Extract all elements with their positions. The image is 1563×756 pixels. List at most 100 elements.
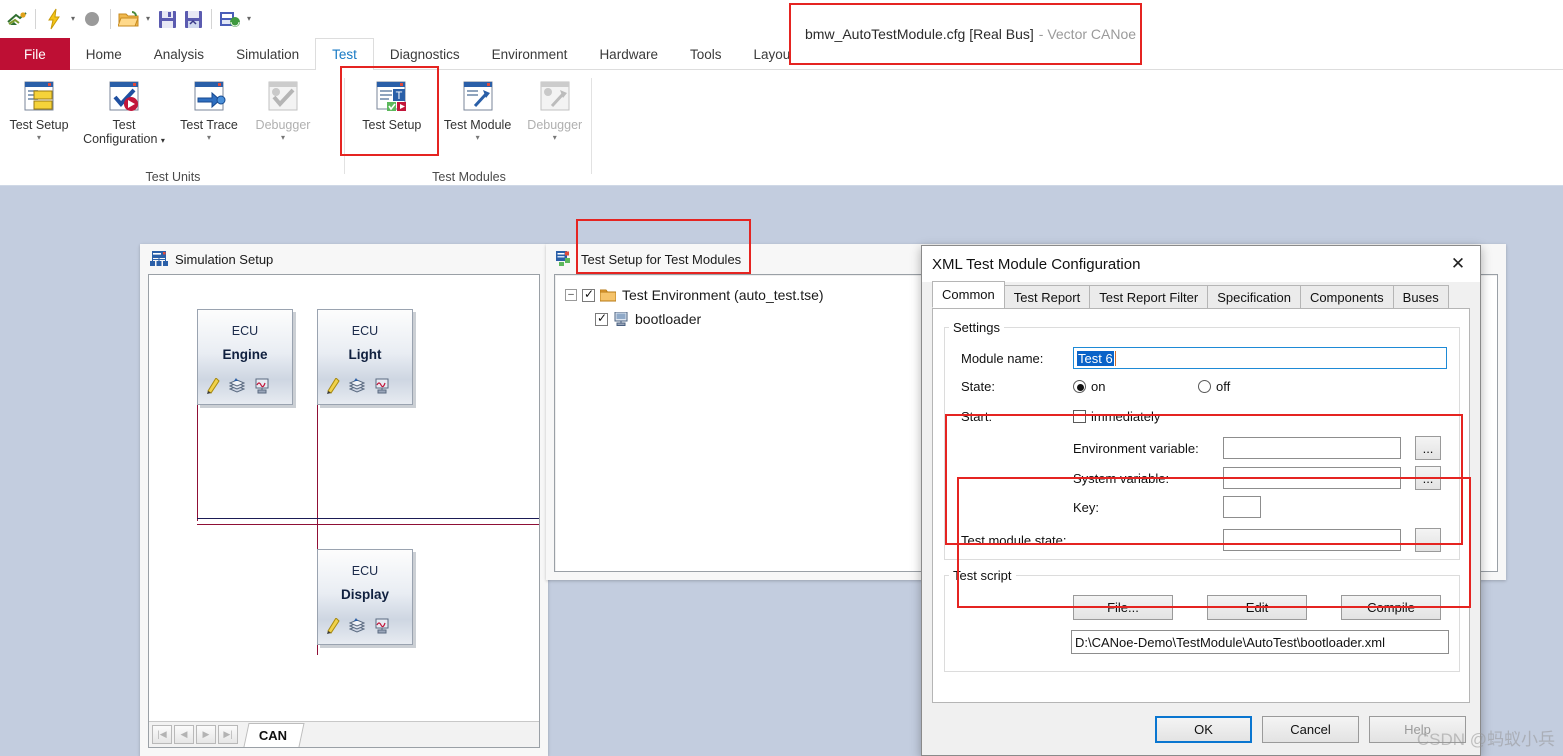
ribbon-button-label: Debugger [255, 118, 311, 132]
chevron-down-icon[interactable]: ▾ [37, 133, 41, 142]
edit-button[interactable]: Edit [1207, 595, 1307, 620]
module-name-value: Test 6 [1077, 350, 1114, 366]
chevron-down-icon[interactable]: ▾ [476, 133, 480, 142]
save-all-icon[interactable] [217, 6, 243, 32]
simulation-canvas[interactable]: ECU Engine ECU Light ECU Display |◀ ◀ ▶ … [149, 275, 539, 747]
save-icon[interactable] [154, 6, 180, 32]
ecu-node-light[interactable]: ECU Light [317, 309, 413, 405]
dialog-tab-test-report[interactable]: Test Report [1003, 285, 1091, 308]
nav-previous-button[interactable]: ◀ [174, 725, 194, 744]
ok-button[interactable]: OK [1155, 715, 1252, 743]
dialog-tab-specification[interactable]: Specification [1207, 285, 1301, 308]
canoe-logo-icon[interactable] [4, 6, 30, 32]
ribbon-tab-tools[interactable]: Tools [674, 38, 738, 70]
ribbon-button-test-trace[interactable]: Test Trace ▾ [172, 70, 246, 162]
quick-access-toolbar: ▾ ▾ ▾ [0, 0, 1563, 38]
key-input[interactable] [1223, 496, 1261, 518]
tree-node-checkbox[interactable] [595, 311, 608, 326]
svg-text:T: T [395, 90, 402, 102]
immediately-checkbox[interactable]: immediately [1073, 409, 1160, 424]
measurement-monitor-icon[interactable] [254, 378, 270, 397]
chevron-down-icon[interactable]: ▾ [281, 133, 285, 142]
ribbon-button-test-setup-units[interactable]: Test Setup ▾ [2, 70, 76, 162]
ecu-node-display[interactable]: ECU Display [317, 549, 413, 645]
nav-next-button[interactable]: ▶ [196, 725, 216, 744]
module-name-input[interactable]: Test 6 [1073, 347, 1447, 369]
dialog-tab-common[interactable]: Common [932, 281, 1005, 308]
ecu-node-icons [327, 377, 390, 397]
ecu-node-engine[interactable]: ECU Engine [197, 309, 293, 405]
database-layers-icon[interactable] [228, 378, 246, 397]
ribbon-tab-analysis[interactable]: Analysis [138, 38, 220, 70]
ribbon-tab-diagnostics[interactable]: Diagnostics [374, 38, 476, 70]
ribbon-tab-simulation[interactable]: Simulation [220, 38, 315, 70]
test-script-path-input[interactable]: D:\CANoe-Demo\TestModule\AutoTest\bootlo… [1071, 630, 1449, 654]
ribbon-tab-test[interactable]: Test [315, 38, 374, 71]
ribbon-tab-environment[interactable]: Environment [476, 38, 584, 70]
environment-variable-browse-button[interactable]: ... [1415, 436, 1441, 460]
ribbon-button-test-module[interactable]: Test Module ▾ [436, 70, 520, 162]
ribbon-button-debugger-units[interactable]: Debugger ▾ [246, 70, 320, 162]
system-variable-input[interactable] [1223, 467, 1401, 489]
ecu-node-name: Light [348, 347, 382, 362]
state-row: State: on off [961, 379, 1230, 394]
qat-separator-2 [110, 9, 111, 29]
ecu-node-kind: ECU [231, 324, 259, 338]
tree-node-checkbox[interactable] [582, 287, 595, 302]
dialog-tab-components[interactable]: Components [1299, 285, 1394, 308]
test-module-state-input[interactable] [1223, 529, 1401, 551]
database-layers-icon[interactable] [348, 618, 366, 637]
ribbon-button-label: Debugger [527, 118, 583, 132]
close-icon[interactable]: ✕ [1436, 246, 1480, 282]
ribbon-tab-hardware[interactable]: Hardware [583, 38, 674, 70]
dialog-tab-test-report-filter[interactable]: Test Report Filter [1089, 285, 1209, 308]
dialog-title-text: XML Test Module Configuration [932, 255, 1141, 273]
open-dropdown-caret[interactable]: ▾ [142, 6, 154, 32]
flash-dropdown-caret[interactable]: ▾ [67, 6, 79, 32]
state-radio-off[interactable]: off [1198, 379, 1230, 394]
tree-expander-icon[interactable]: – [565, 289, 577, 301]
edit-pencil-icon[interactable] [327, 617, 340, 637]
flash-icon[interactable] [41, 6, 67, 32]
environment-variable-input[interactable] [1223, 437, 1401, 459]
simulation-setup-body[interactable]: ECU Engine ECU Light ECU Display |◀ ◀ ▶ … [148, 274, 540, 748]
edit-pencil-icon[interactable] [207, 377, 220, 397]
ribbon-tab-home[interactable]: Home [70, 38, 138, 70]
radio-on-indicator [1073, 380, 1086, 393]
ribbon-button-test-setup-modules[interactable]: T Test Setup [348, 70, 436, 162]
settings-groupbox: Settings Module name: Test 6 State: on o… [944, 320, 1460, 560]
ribbon-tab-file[interactable]: File [0, 38, 70, 70]
dialog-tab-buses[interactable]: Buses [1392, 285, 1449, 308]
customize-qat-caret[interactable]: ▾ [243, 6, 255, 32]
test-configuration-icon [106, 78, 142, 114]
debugger-modules-icon [537, 78, 573, 114]
sheet-tab-can[interactable]: CAN [243, 722, 305, 747]
edit-pencil-icon[interactable] [327, 377, 340, 397]
measurement-monitor-icon[interactable] [374, 618, 390, 637]
database-layers-icon[interactable] [348, 378, 366, 397]
bus-drop-engine [197, 405, 198, 521]
cancel-button[interactable]: Cancel [1262, 715, 1359, 743]
state-radio-on[interactable]: on [1073, 379, 1198, 394]
compile-button[interactable]: Compile [1341, 595, 1441, 620]
xml-test-module-configuration-dialog: XML Test Module Configuration ✕ Common T… [921, 245, 1481, 756]
stop-circle-icon[interactable] [79, 6, 105, 32]
ribbon-body: Test Setup ▾ Test Configuration ▾ Test T… [0, 70, 1563, 186]
test-script-groupbox: Test script File... Edit Compile D:\CANo… [944, 568, 1460, 672]
chevron-down-icon[interactable]: ▾ [553, 133, 557, 142]
ecu-node-icons [327, 617, 390, 637]
debugger-units-icon [265, 78, 301, 114]
test-module-state-browse-button[interactable]: ... [1415, 528, 1441, 552]
measurement-monitor-icon[interactable] [374, 378, 390, 397]
open-folder-icon[interactable] [116, 6, 142, 32]
ribbon-button-test-configuration[interactable]: Test Configuration ▾ [76, 70, 172, 162]
nav-last-button[interactable]: ▶| [218, 725, 238, 744]
chevron-down-icon[interactable]: ▾ [207, 133, 211, 142]
system-variable-browse-button[interactable]: ... [1415, 466, 1441, 490]
save-as-icon[interactable] [180, 6, 206, 32]
nav-first-button[interactable]: |◀ [152, 725, 172, 744]
window-title-app: - Vector CANoe [1038, 26, 1137, 42]
ribbon-button-debugger-modules[interactable]: Debugger ▾ [520, 70, 591, 162]
file-button[interactable]: File... [1073, 595, 1173, 620]
